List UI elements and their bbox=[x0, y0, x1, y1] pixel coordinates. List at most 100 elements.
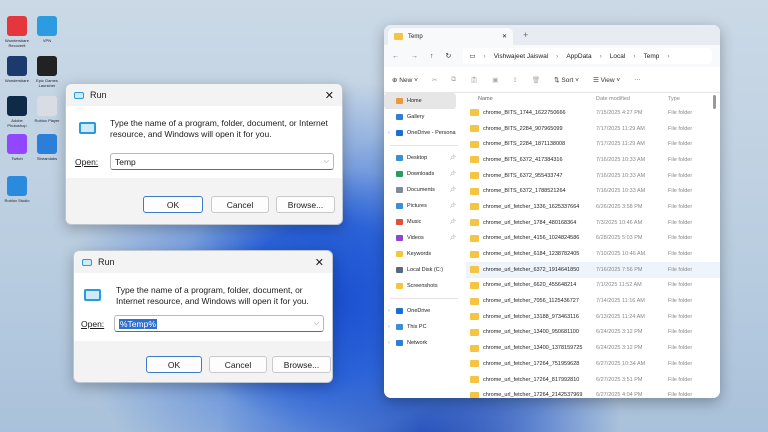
sidebar-item-videos[interactable]: Videos 📌︎ bbox=[384, 230, 464, 246]
breadcrumb-appdata[interactable]: AppData bbox=[566, 53, 591, 60]
folder-icon bbox=[470, 344, 479, 352]
breadcrumb-temp[interactable]: Temp bbox=[644, 53, 660, 60]
desktop-icon[interactable]: VPN bbox=[32, 16, 62, 43]
file-row[interactable]: chrome_BITS_6372_417384316 7/16/2025 10:3… bbox=[466, 152, 720, 168]
pin-icon[interactable]: 📌︎ bbox=[450, 155, 456, 161]
file-row[interactable]: chrome_BITS_1744_1622750666 7/15/2025 4:2… bbox=[466, 105, 720, 121]
desktop-icon[interactable]: Roblox Studio bbox=[2, 176, 32, 203]
share-icon[interactable]: ⇪ bbox=[512, 76, 517, 84]
file-row[interactable]: chrome_BITS_6372_955433747 7/16/2025 10:3… bbox=[466, 168, 720, 184]
desktop-icon[interactable]: Adobe Photoshop bbox=[2, 96, 32, 128]
sidebar-item-network[interactable]: › Network bbox=[384, 335, 464, 351]
column-name[interactable]: Name bbox=[466, 96, 596, 102]
sidebar-item-desktop[interactable]: Desktop 📌︎ bbox=[384, 150, 464, 166]
folder-icon bbox=[470, 156, 479, 164]
desktop-icon[interactable]: Twitch bbox=[2, 134, 32, 161]
file-row[interactable]: chrome_url_fetcher_17264_817992810 6/27/2… bbox=[466, 372, 720, 388]
file-row[interactable]: chrome_url_fetcher_1784_480168364 7/3/202… bbox=[466, 215, 720, 231]
open-input[interactable]: %Temp% ⌵ bbox=[114, 315, 324, 332]
sidebar-item-pictures[interactable]: Pictures 📌︎ bbox=[384, 198, 464, 214]
sidebar-item-onedrive[interactable]: › OneDrive bbox=[384, 303, 464, 319]
file-name: chrome_url_fetcher_7056_1125436727 bbox=[466, 297, 596, 305]
pin-icon[interactable]: 📌︎ bbox=[450, 219, 456, 225]
folder-icon bbox=[470, 360, 479, 368]
sidebar-item-keywords[interactable]: Keywords bbox=[384, 246, 464, 262]
file-row[interactable]: chrome_url_fetcher_6372_1914641850 7/16/2… bbox=[466, 261, 720, 278]
rename-icon[interactable]: ▣ bbox=[492, 76, 498, 84]
sidebar-item-screenshots[interactable]: Screenshots bbox=[384, 278, 464, 294]
file-row[interactable]: chrome_url_fetcher_1336_1625337664 6/26/2… bbox=[466, 199, 720, 215]
paste-icon[interactable]: 📋︎ bbox=[470, 76, 478, 84]
desktop-icon-label: VPN bbox=[42, 38, 52, 43]
close-tab-icon[interactable]: ✕ bbox=[502, 33, 507, 40]
sidebar-item-documents[interactable]: Documents 📌︎ bbox=[384, 182, 464, 198]
column-type[interactable]: Type bbox=[668, 96, 680, 102]
desktop-icon[interactable]: Streamlabs bbox=[32, 134, 62, 161]
chevron-down-icon[interactable]: ⌵ bbox=[324, 158, 329, 166]
delete-icon[interactable]: 🗑︎ bbox=[532, 76, 540, 84]
back-icon[interactable]: ← bbox=[392, 53, 399, 60]
description: Type the name of a program, folder, docu… bbox=[116, 285, 309, 306]
breadcrumb-vishwajeet-jaiswal[interactable]: Vishwajeet Jaiswal bbox=[494, 53, 548, 60]
close-button[interactable]: ✕ bbox=[315, 256, 324, 269]
sidebar-item-this-pc[interactable]: › This PC bbox=[384, 319, 464, 335]
scrollbar[interactable] bbox=[713, 95, 716, 109]
file-row[interactable]: chrome_url_fetcher_17264_751959628 6/27/2… bbox=[466, 356, 720, 372]
desktop-icon[interactable]: Roblox Player bbox=[32, 96, 62, 123]
open-input-value: Temp bbox=[115, 156, 136, 167]
ok-button[interactable]: OK bbox=[146, 356, 202, 373]
desktop-icon[interactable]: Wondershare bbox=[2, 56, 32, 83]
file-row[interactable]: chrome_BITS_6372_1788521264 7/16/2025 10:… bbox=[466, 183, 720, 199]
open-input[interactable]: Temp ⌵ bbox=[110, 153, 334, 170]
file-row[interactable]: chrome_url_fetcher_6620_455648214 7/1/202… bbox=[466, 278, 720, 294]
address-bar[interactable]: ▭ › Vishwajeet Jaiswal › AppData › Local › Temp › bbox=[463, 48, 712, 64]
file-row[interactable]: chrome_url_fetcher_4156_1024824586 6/28/2… bbox=[466, 231, 720, 247]
file-row[interactable]: chrome_url_fetcher_13400_1378159725 6/24/… bbox=[466, 340, 720, 356]
tab-temp[interactable]: Temp ✕ bbox=[388, 28, 513, 45]
chevron-right-icon: › bbox=[599, 52, 602, 60]
file-type: File folder bbox=[668, 360, 693, 367]
forward-icon[interactable]: → bbox=[411, 53, 418, 60]
file-row[interactable]: chrome_BITS_2284_907965099 7/17/2025 11:2… bbox=[466, 121, 720, 137]
file-row[interactable]: chrome_url_fetcher_13188_973463116 6/13/2… bbox=[466, 309, 720, 325]
file-name: chrome_url_fetcher_6184_1238782405 bbox=[466, 250, 596, 258]
sort-button[interactable]: ⇅ Sort ˅ bbox=[554, 76, 579, 84]
file-type: File folder bbox=[668, 251, 693, 258]
chevron-down-icon[interactable]: ⌵ bbox=[314, 320, 319, 328]
pin-icon[interactable]: 📌︎ bbox=[450, 187, 456, 193]
file-row[interactable]: chrome_url_fetcher_7056_1125436727 7/14/2… bbox=[466, 293, 720, 309]
sidebar-item-downloads[interactable]: Downloads 📌︎ bbox=[384, 166, 464, 182]
file-row[interactable]: chrome_url_fetcher_13400_950681100 6/24/2… bbox=[466, 325, 720, 341]
desktop-icon[interactable]: Epic Games Launcher bbox=[32, 56, 62, 88]
desktop-icon[interactable]: Wondershare Recoverit bbox=[2, 16, 32, 48]
sidebar-item-onedrive-persona[interactable]: › OneDrive - Persona bbox=[384, 125, 464, 141]
view-button[interactable]: ☰ View ˅ bbox=[593, 76, 620, 84]
sidebar-item-home[interactable]: Home bbox=[384, 93, 456, 109]
cut-icon[interactable]: ✂ bbox=[432, 76, 437, 84]
column-date-modified[interactable]: Date modified bbox=[596, 96, 668, 102]
close-button[interactable]: ✕ bbox=[325, 89, 334, 102]
new-tab-button[interactable]: + bbox=[523, 30, 528, 40]
breadcrumb-local[interactable]: Local bbox=[610, 53, 626, 60]
sidebar-item-local-disk-c-[interactable]: Local Disk (C:) bbox=[384, 262, 464, 278]
ok-button[interactable]: OK bbox=[143, 196, 203, 213]
sidebar-item-gallery[interactable]: Gallery bbox=[384, 109, 464, 125]
file-name-text: chrome_url_fetcher_17264_817992810 bbox=[483, 376, 580, 383]
network-icon bbox=[396, 340, 403, 346]
browse-button[interactable]: Browse... bbox=[272, 356, 331, 373]
refresh-icon[interactable]: ↻ bbox=[446, 52, 452, 60]
new-button[interactable]: ⊕ New ˅ bbox=[392, 76, 418, 84]
pin-icon[interactable]: 📌︎ bbox=[450, 235, 456, 241]
pin-icon[interactable]: 📌︎ bbox=[450, 203, 456, 209]
pin-icon[interactable]: 📌︎ bbox=[450, 171, 456, 177]
file-row[interactable]: chrome_url_fetcher_17264_2142537969 6/27/… bbox=[466, 387, 720, 398]
sidebar-item-music[interactable]: Music 📌︎ bbox=[384, 214, 464, 230]
up-icon[interactable]: ↑ bbox=[430, 53, 434, 60]
more-options-button[interactable]: ··· bbox=[634, 76, 641, 83]
copy-icon[interactable]: ⧉ bbox=[451, 76, 456, 84]
browse-button[interactable]: Browse... bbox=[276, 196, 335, 213]
file-row[interactable]: chrome_url_fetcher_6184_1238782405 7/10/2… bbox=[466, 246, 720, 262]
cancel-button[interactable]: Cancel bbox=[209, 356, 267, 373]
cancel-button[interactable]: Cancel bbox=[211, 196, 269, 213]
file-row[interactable]: chrome_BITS_2284_1871138008 7/17/2025 11:… bbox=[466, 136, 720, 152]
